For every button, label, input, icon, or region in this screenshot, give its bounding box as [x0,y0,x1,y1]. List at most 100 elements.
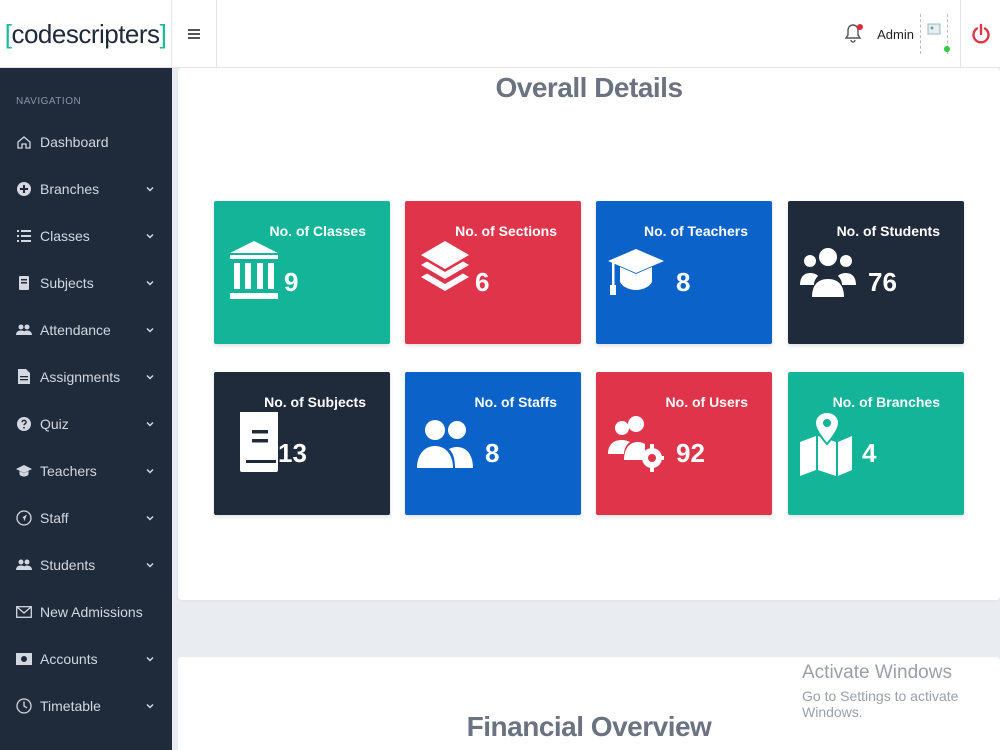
stat-value: 8 [485,438,500,468]
stat-label: No. of Subjects [264,394,366,410]
question-icon [16,416,32,432]
chevron-down-icon [146,280,154,286]
graduation-cap-icon [16,463,32,479]
chevron-down-icon [146,703,154,709]
chevron-down-icon [146,186,154,192]
chevron-down-icon [146,656,154,662]
sidebar-item-label: Timetable [40,697,101,714]
chevron-down-icon [146,515,154,521]
windows-activation-watermark: Activate Windows Go to Settings to activ… [802,662,1000,720]
sidebar-item-label: Quiz [40,415,69,432]
brand-logo[interactable]: [codescripters] [0,0,172,68]
sidebar-item-label: Classes [40,227,90,244]
sidebar-item-label: Branches [40,180,100,197]
section-title-overall: Overall Details [495,72,683,103]
user-name[interactable]: Admin [877,27,914,42]
hamburger-icon [188,29,200,39]
chevron-down-icon [146,421,154,427]
file-icon [16,369,32,385]
brand-bracket-close: ] [159,18,167,49]
watermark-subtitle: Go to Settings to activate Windows. [802,688,959,720]
stat-tile-students[interactable]: No. of Students 76 [788,201,964,344]
envelope-icon [16,604,32,620]
sidebar-item-label: Subjects [40,274,94,291]
book-icon [240,412,278,472]
chevron-down-icon [146,562,154,568]
broken-image-icon [927,23,941,35]
stat-value: 4 [862,438,877,468]
stat-tile-sections[interactable]: No. of Sections 6 [405,201,581,344]
sidebar-item-label: Students [40,556,96,573]
sidebar-item-label: Dashboard [40,133,109,150]
sidebar-item-label: Staff [40,509,69,526]
sidebar-item-students[interactable]: Students [0,541,172,588]
sidebar-item-accounts[interactable]: Accounts [0,635,172,682]
sidebar-item-assignments[interactable]: Assignments [0,353,172,400]
stat-value: 13 [278,438,307,468]
sidebar-item-classes[interactable]: Classes [0,212,172,259]
stat-value: 92 [676,438,705,468]
stat-tile-teachers[interactable]: No. of Teachers 8 [596,201,772,344]
home-icon [16,134,32,150]
stat-label: No. of Students [836,223,940,239]
users-group-icon [800,248,856,297]
sidebar-item-label: Assignments [40,368,121,385]
stat-label: No. of Branches [832,394,940,410]
sidebar-item-subjects[interactable]: Subjects [0,259,172,306]
book-icon [16,275,32,291]
power-icon [971,23,990,44]
sidebar-item-new-admissions[interactable]: New Admissions [0,588,172,635]
stat-label: No. of Sections [455,223,557,239]
users-cog-icon [608,416,664,472]
stat-label: No. of Staffs [474,394,557,410]
menu-toggle-button[interactable] [172,0,217,68]
online-status-dot [944,46,950,52]
watermark-title: Activate Windows [802,662,952,683]
list-icon [16,228,32,244]
users-icon [16,557,32,573]
map-marker-icon [800,412,852,476]
graduation-cap-icon [608,249,664,295]
institution-icon [230,241,278,299]
navigation-icon [16,509,32,526]
stat-tile-staffs[interactable]: No. of Staffs 8 [405,372,581,515]
sidebar-item-dashboard[interactable]: Dashboard [0,118,172,165]
chevron-down-icon [146,468,154,474]
stat-value: 76 [868,267,897,297]
sidebar-item-staff[interactable]: Staff [0,494,172,541]
notifications-button[interactable] [841,22,865,46]
brand-name: codescripters [11,18,160,49]
plus-circle-icon [16,181,32,197]
money-icon [16,651,32,667]
stat-label: No. of Classes [269,223,366,239]
logout-button[interactable] [960,0,1000,68]
sidebar-item-attendance[interactable]: Attendance [0,306,172,353]
chevron-down-icon [146,327,154,333]
stat-value: 9 [284,267,299,297]
users-icon [16,322,32,338]
sidebar-item-timetable[interactable]: Timetable [0,682,172,729]
sidebar-item-quiz[interactable]: Quiz [0,400,172,447]
users-icon [417,420,473,468]
stat-tile-classes[interactable]: No. of Classes 9 [214,201,390,344]
stat-label: No. of Teachers [644,223,748,239]
sidebar-item-branches[interactable]: Branches [0,165,172,212]
main-content: Overall Details No. of Classes 9 No. of … [172,68,1000,750]
stat-value: 8 [676,267,691,297]
chevron-down-icon [146,374,154,380]
stat-tile-users[interactable]: No. of Users 92 [596,372,772,515]
sidebar: NAVIGATION Dashboard Branches Classes Su… [0,68,172,750]
stat-tile-branches[interactable]: No. of Branches 4 [788,372,964,515]
layers-icon [421,241,469,291]
clock-icon [16,697,32,714]
stat-tile-subjects[interactable]: No. of Subjects 13 [214,372,390,515]
topbar-right: Admin [841,0,1000,68]
stat-label: No. of Users [665,394,748,410]
avatar[interactable] [920,14,950,54]
sidebar-item-label: New Admissions [40,603,143,620]
overall-details-card: Overall Details No. of Classes 9 No. of … [178,68,1000,600]
top-bar: [codescripters] Admin [0,0,1000,68]
sidebar-item-teachers[interactable]: Teachers [0,447,172,494]
sidebar-item-label: Accounts [40,650,98,667]
stat-value: 6 [475,267,490,297]
